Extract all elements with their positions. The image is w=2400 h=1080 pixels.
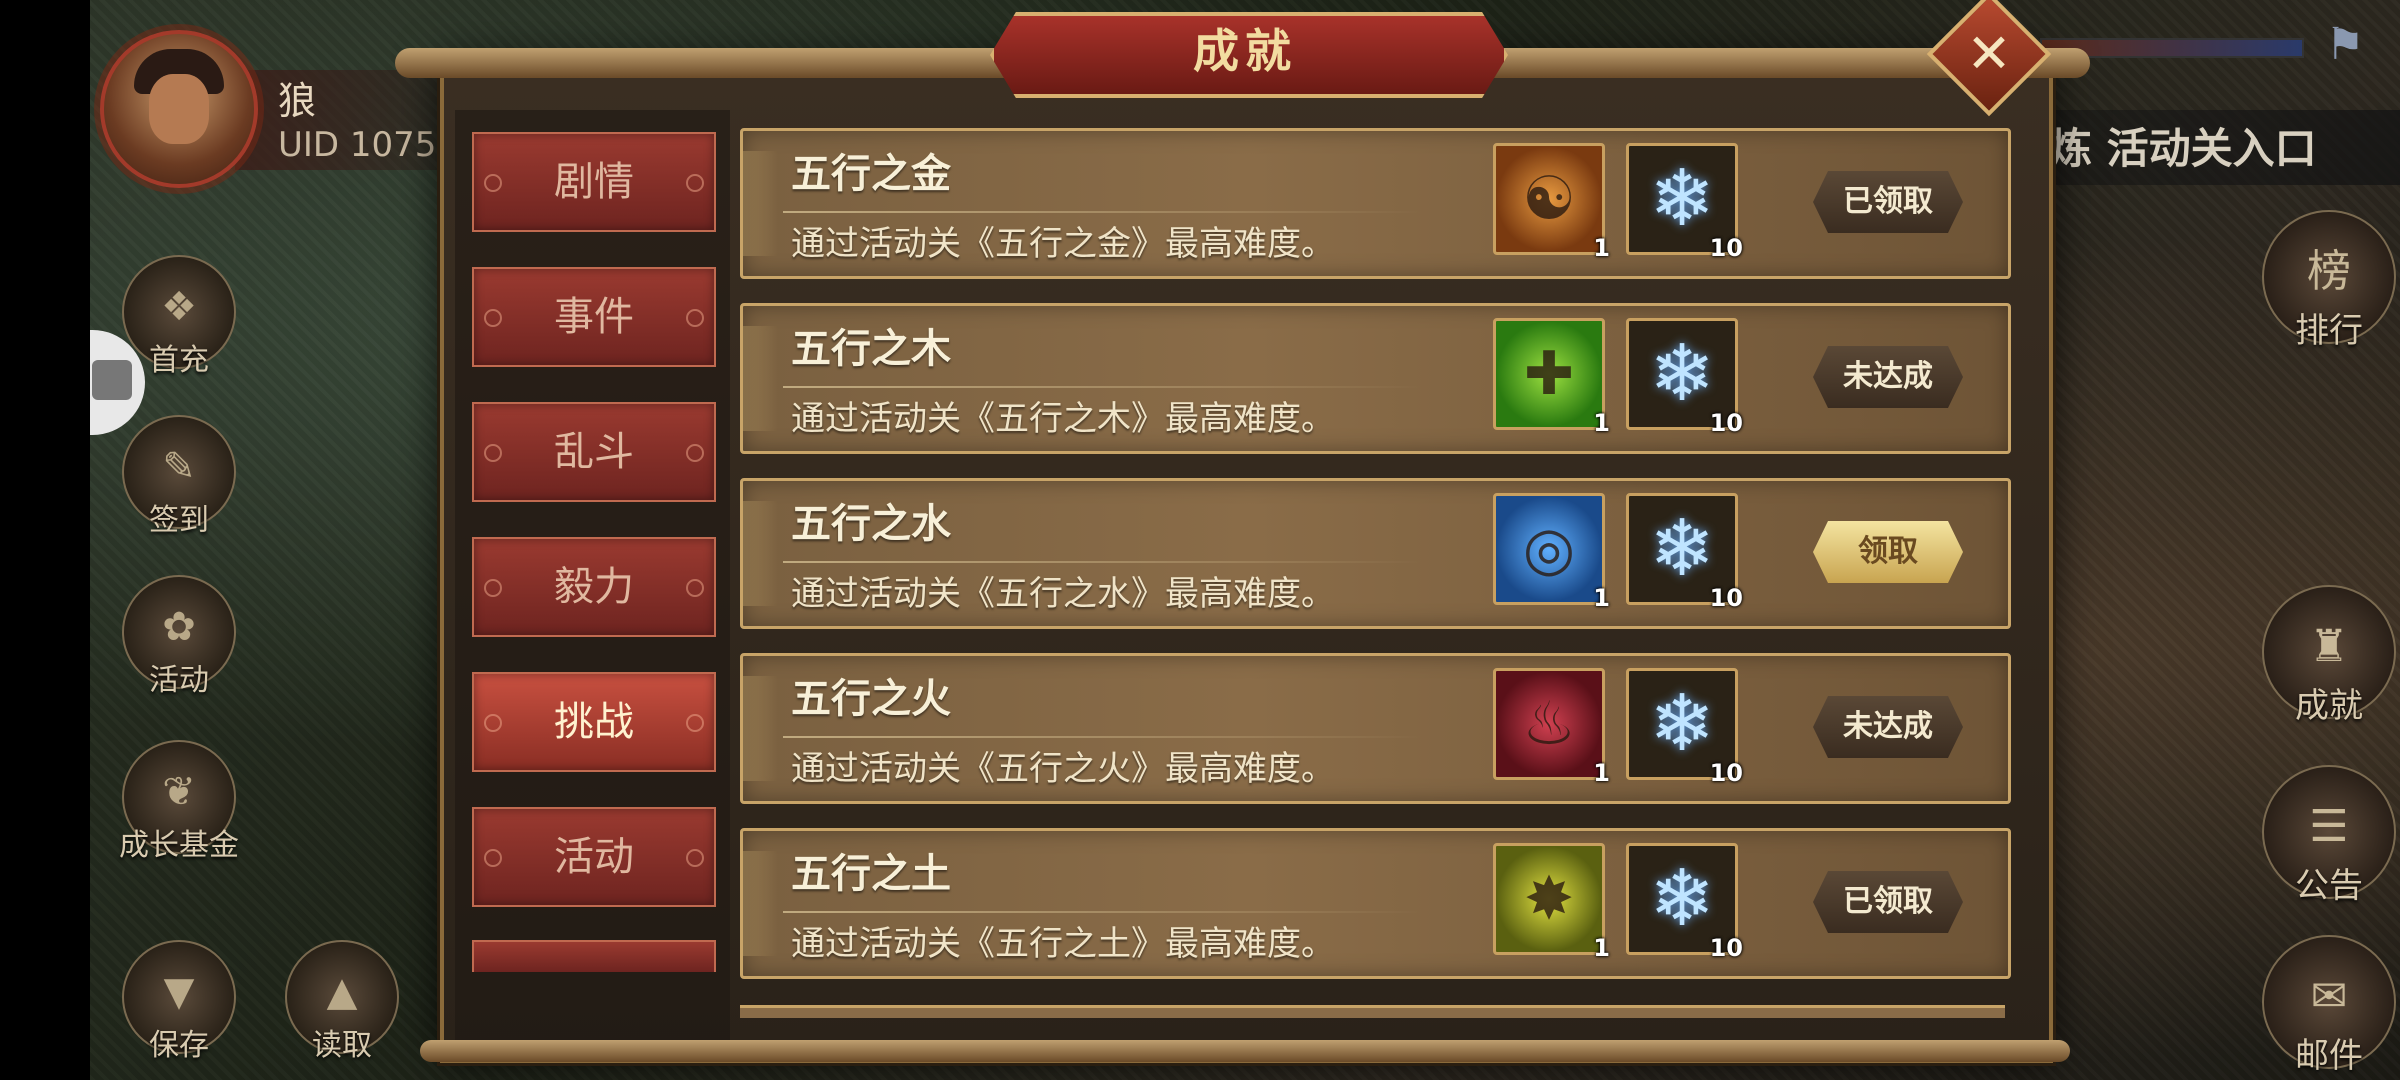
achievement-desc: 通过活动关《五行之水》最高难度。 (791, 574, 1335, 614)
achievement-row: 五行之金 通过活动关《五行之金》最高难度。 ☯ 1 ❄ 10 已领取 (740, 128, 2011, 279)
tab-perseverance[interactable]: 毅力 (472, 537, 716, 637)
achievement-label: 成就 (2295, 686, 2363, 726)
mail-label: 邮件 (2295, 1036, 2363, 1076)
ranking-label: 排行 (2295, 311, 2363, 351)
achievement-button[interactable]: ♜ 成就 (2262, 585, 2396, 726)
player-uid: UID 10753 (278, 125, 459, 165)
growth-fund-button[interactable]: ❦ 成长基金 (119, 740, 239, 863)
achievement-desc: 通过活动关《五行之土》最高难度。 (791, 924, 1335, 964)
activity-label: 活动 (149, 663, 209, 698)
flag-icon[interactable]: ⚑ (2320, 20, 2370, 70)
achievement-desc: 通过活动关《五行之金》最高难度。 (791, 224, 1335, 264)
achievement-icon: ♜ (2309, 621, 2349, 672)
achievement-title: 五行之土 (791, 851, 951, 897)
water-element-icon[interactable]: ◎ 1 (1493, 493, 1610, 612)
player-name: 狼 (278, 79, 317, 123)
achievement-desc: 通过活动关《五行之木》最高难度。 (791, 399, 1335, 439)
not-achieved-button[interactable]: 未达成 (1813, 696, 1963, 758)
achievement-title: 五行之金 (791, 151, 951, 197)
sign-in-button[interactable]: ✎ 签到 (122, 415, 236, 538)
dialog-title: 成就 (1193, 24, 1297, 78)
notice-label: 公告 (2295, 866, 2363, 906)
ice-crystal-icon[interactable]: ❄ 10 (1626, 143, 1743, 262)
ranking-button[interactable]: 榜 排行 (2262, 210, 2396, 351)
achievement-title: 五行之木 (791, 326, 951, 372)
gift-icon: ✿ (162, 604, 196, 650)
achievement-list[interactable]: 五行之金 通过活动关《五行之金》最高难度。 ☯ 1 ❄ 10 已领取 五行之木 通过… (735, 110, 2015, 1010)
achievement-row: 五行之水 通过活动关《五行之水》最高难度。 ◎ 1 ❄ 10 领取 (740, 478, 2011, 629)
mail-icon: ✉ (2310, 971, 2348, 1022)
save-icon: ▼ (163, 969, 195, 1015)
tab-story[interactable]: 剧情 (472, 132, 716, 232)
achievement-row: 五行之土 通过活动关《五行之土》最高难度。 ✸ 1 ❄ 10 已领取 (740, 828, 2011, 979)
ice-crystal-icon[interactable]: ❄ 10 (1626, 493, 1743, 612)
tab-overflow[interactable] (472, 940, 716, 972)
first-charge-button[interactable]: ❖ 首充 (122, 255, 236, 378)
activity-button[interactable]: ✿ 活动 (122, 575, 236, 698)
sign-in-label: 签到 (149, 503, 209, 538)
metal-element-icon[interactable]: ☯ 1 (1493, 143, 1610, 262)
save-label: 保存 (149, 1028, 209, 1063)
dialog-bottom-frame (420, 1040, 2070, 1062)
first-charge-label: 首充 (149, 343, 209, 378)
tab-activity[interactable]: 活动 (472, 807, 716, 907)
scroll-icon: ✎ (162, 444, 196, 490)
tab-event[interactable]: 事件 (472, 267, 716, 367)
achievement-desc: 通过活动关《五行之火》最高难度。 (791, 749, 1335, 789)
achievement-title: 五行之火 (791, 676, 951, 722)
ice-crystal-icon[interactable]: ❄ 10 (1626, 318, 1743, 437)
load-icon: ▲ (326, 969, 358, 1015)
bag-icon: ❖ (161, 284, 197, 330)
close-icon[interactable]: ✕ (1945, 10, 2033, 98)
achievement-row: 五行之火 通过活动关《五行之火》最高难度。 ♨ 1 ❄ 10 未达成 (740, 653, 2011, 804)
next-row-peek (740, 1005, 2005, 1018)
event-entrance-label: 炼 活动关入口 (2050, 124, 2317, 173)
load-button[interactable]: ▲ 读取 (285, 940, 399, 1063)
ice-crystal-icon[interactable]: ❄ 10 (1626, 668, 1743, 787)
notice-icon: ☰ (2309, 801, 2349, 852)
achievement-row: 五行之木 通过活动关《五行之木》最高难度。 ✚ 1 ❄ 10 未达成 (740, 303, 2011, 454)
earth-element-icon[interactable]: ✸ 1 (1493, 843, 1610, 962)
notice-button[interactable]: ☰ 公告 (2262, 765, 2396, 906)
mail-button[interactable]: ✉ 邮件 (2262, 935, 2396, 1076)
achievement-title: 五行之水 (791, 501, 951, 547)
tab-challenge[interactable]: 挑战 (472, 672, 716, 772)
fire-element-icon[interactable]: ♨ 1 (1493, 668, 1610, 787)
not-achieved-button[interactable]: 未达成 (1813, 346, 1963, 408)
player-avatar[interactable] (100, 30, 258, 188)
ice-crystal-icon[interactable]: ❄ 10 (1626, 843, 1743, 962)
event-entrance-banner[interactable]: 炼 活动关入口 (2050, 110, 2400, 185)
growth-fund-label: 成长基金 (119, 828, 239, 863)
ranking-icon: 榜 (2307, 246, 2351, 297)
claim-button[interactable]: 领取 (1813, 521, 1963, 583)
avatar-face (149, 74, 209, 144)
claimed-button[interactable]: 已领取 (1813, 871, 1963, 933)
claimed-button[interactable]: 已领取 (1813, 171, 1963, 233)
save-button[interactable]: ▼ 保存 (122, 940, 236, 1063)
plant-icon: ❦ (162, 769, 196, 815)
tab-brawl[interactable]: 乱斗 (472, 402, 716, 502)
load-label: 读取 (312, 1028, 372, 1063)
screen-edge (0, 0, 90, 1080)
wood-element-icon[interactable]: ✚ 1 (1493, 318, 1610, 437)
